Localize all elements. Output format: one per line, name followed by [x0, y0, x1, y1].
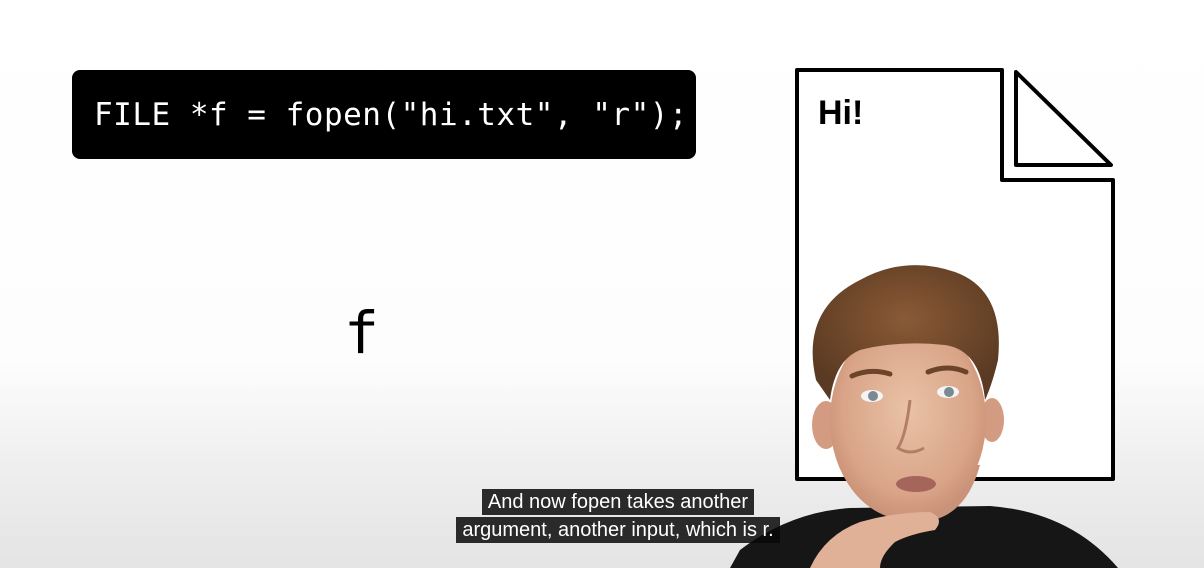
caption-text-2: argument, another input, which is r.: [456, 517, 780, 543]
caption-text-1: And now fopen takes another: [481, 489, 755, 515]
caption-line-1: And now fopen takes another: [0, 488, 1204, 516]
code-block: FILE *f = fopen("hi.txt", "r");: [72, 70, 696, 159]
caption-line-2: argument, another input, which is r.: [0, 516, 1204, 544]
subtitle-captions: And now fopen takes another argument, an…: [0, 488, 1204, 544]
file-content-text: Hi!: [818, 94, 864, 132]
variable-label: f: [344, 299, 379, 367]
code-line: FILE *f = fopen("hi.txt", "r");: [94, 96, 689, 133]
video-frame: FILE *f = fopen("hi.txt", "r"); f Hi! An…: [0, 0, 1204, 568]
